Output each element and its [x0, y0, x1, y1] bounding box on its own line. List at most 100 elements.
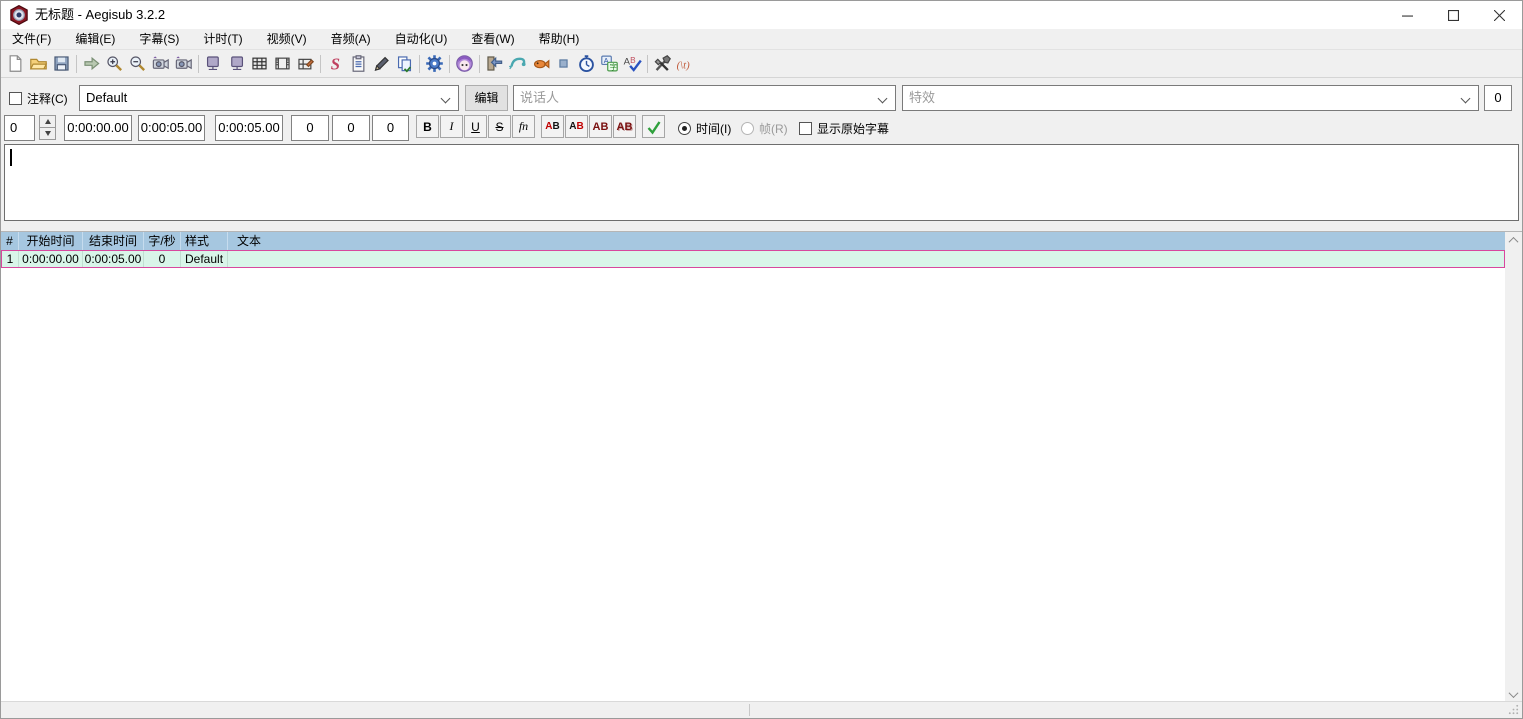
show-original-checkbox-box[interactable]: [799, 122, 812, 135]
arrow-right-icon: [84, 56, 100, 71]
comment-checkbox[interactable]: 注释(C): [9, 90, 68, 107]
select-lines-button[interactable]: [248, 52, 271, 76]
edit-style-button[interactable]: 编辑: [465, 85, 508, 111]
spell-checker-button[interactable]: AB: [621, 52, 644, 76]
close-button[interactable]: [1476, 1, 1522, 29]
menu-audio[interactable]: 音频(A): [321, 29, 381, 49]
styles-manager-button[interactable]: S: [324, 52, 347, 76]
column-style: 样式: [181, 232, 228, 250]
layer-input[interactable]: 0: [4, 115, 35, 141]
menu-file[interactable]: 文件(F): [2, 29, 61, 49]
end-time-input[interactable]: 0:00:05.00: [138, 115, 205, 141]
snap-start-button[interactable]: [202, 52, 225, 76]
color-b-glyph: B: [576, 121, 584, 132]
options-button[interactable]: [651, 52, 674, 76]
menu-view[interactable]: 查看(W): [461, 29, 524, 49]
triangle-down-icon: [44, 131, 51, 136]
edit-row-2: 0 0:00:00.00 0:00:05.00 0:00:05.00 0 0 0…: [1, 115, 1522, 141]
menu-bar: 文件(F) 编辑(E) 字幕(S) 计时(T) 视频(V) 音频(A) 自动化(…: [1, 29, 1522, 50]
assistant-button[interactable]: [453, 52, 476, 76]
radio-selected-icon[interactable]: [678, 122, 691, 135]
select-region-button[interactable]: [552, 52, 575, 76]
column-text: 文本: [237, 234, 262, 248]
copy-pages-icon: [397, 56, 412, 73]
toggle-tags-button[interactable]: (\t): [674, 52, 697, 76]
status-bar: [1, 701, 1522, 718]
vertical-scrollbar[interactable]: [1505, 232, 1522, 703]
effect-combobox[interactable]: 特效: [902, 85, 1479, 111]
film-frame-icon: [275, 57, 290, 70]
text-caret: [10, 149, 12, 166]
checkmark-icon: [647, 120, 660, 134]
open-folder-icon: [29, 58, 48, 70]
snap-end-button[interactable]: [225, 52, 248, 76]
start-time-input[interactable]: 0:00:00.00: [64, 115, 132, 141]
svg-text:(\t): (\t): [677, 59, 690, 71]
resample-button[interactable]: [483, 52, 506, 76]
commit-button[interactable]: [642, 115, 665, 138]
shrimp-icon: [509, 57, 526, 70]
zoom-in-button[interactable]: [103, 52, 126, 76]
grid-row-active[interactable]: 1 0:00:00.00 0:00:05.00 0 Default: [1, 250, 1505, 268]
jump-to-button[interactable]: [80, 52, 103, 76]
menu-subtitle[interactable]: 字幕(S): [129, 29, 189, 49]
underline-button[interactable]: U: [464, 115, 487, 138]
shift-backward-button[interactable]: [149, 52, 172, 76]
camera-backward-icon: [152, 56, 169, 70]
strikeout-button[interactable]: S: [488, 115, 511, 138]
zoom-out-button[interactable]: [126, 52, 149, 76]
shift-forward-button[interactable]: [172, 52, 195, 76]
subtitle-grid[interactable]: # 开始时间 结束时间 字/秒 样式 文本 1 0:00:00.00 0:00:…: [1, 232, 1522, 703]
menu-edit[interactable]: 编辑(E): [65, 29, 125, 49]
automation-button[interactable]: [423, 52, 446, 76]
duration-input[interactable]: 0:00:05.00: [215, 115, 283, 141]
new-file-button[interactable]: [4, 52, 27, 76]
frame-edit-button[interactable]: [294, 52, 317, 76]
chevron-down-icon: [1460, 93, 1471, 104]
italic-button[interactable]: I: [440, 115, 463, 138]
menu-automation[interactable]: 自动化(U): [385, 29, 458, 49]
monitor-down-icon: [231, 56, 244, 71]
aegisub-logo-icon[interactable]: [9, 5, 29, 25]
margin-right-input[interactable]: 0: [332, 115, 370, 141]
translation-assistant-button[interactable]: [506, 52, 529, 76]
subtitle-text-editor[interactable]: [4, 144, 1519, 221]
secondary-color-button[interactable]: AB: [565, 115, 588, 138]
styles-s-icon: S: [331, 54, 340, 73]
spinner-down-button[interactable]: [39, 127, 56, 140]
open-file-button[interactable]: [27, 52, 50, 76]
menu-timing[interactable]: 计时(T): [193, 29, 252, 49]
shadow-color-button[interactable]: AB: [613, 115, 636, 138]
minimize-button[interactable]: [1384, 1, 1430, 29]
primary-color-button[interactable]: AB: [541, 115, 564, 138]
save-file-button[interactable]: [50, 52, 73, 76]
bold-button[interactable]: B: [416, 115, 439, 138]
menu-video[interactable]: 视频(V): [257, 29, 317, 49]
camera-forward-icon: [175, 56, 192, 70]
frame-button[interactable]: [271, 52, 294, 76]
cell-start-time: 0:00:00.00: [19, 251, 83, 267]
scroll-up-button[interactable]: [1505, 232, 1522, 249]
margin-left-input[interactable]: 0: [291, 115, 329, 141]
timing-postprocessor-button[interactable]: [575, 52, 598, 76]
styling-assistant-button[interactable]: [529, 52, 552, 76]
properties-button[interactable]: [347, 52, 370, 76]
outline-color-button[interactable]: AB: [589, 115, 612, 138]
time-mode-radio[interactable]: 时间(I): [678, 120, 731, 137]
toolbar-separator: [198, 54, 199, 73]
tag-t-icon: (\t): [677, 59, 690, 71]
attachments-button[interactable]: [370, 52, 393, 76]
grid-icon: [252, 57, 267, 70]
style-combobox[interactable]: Default: [79, 85, 459, 111]
show-original-checkbox[interactable]: 显示原始字幕: [799, 120, 889, 137]
menu-help[interactable]: 帮助(H): [529, 29, 590, 49]
font-button[interactable]: fn: [512, 115, 535, 138]
comment-checkbox-box[interactable]: [9, 92, 22, 105]
color-a-glyph: A: [545, 121, 553, 132]
actor-combobox[interactable]: 说话人: [513, 85, 896, 111]
maximize-button[interactable]: [1430, 1, 1476, 29]
paste-over-button[interactable]: [393, 52, 416, 76]
resize-grip[interactable]: [1507, 703, 1520, 716]
margin-vertical-input[interactable]: 0: [372, 115, 409, 141]
kanji-timer-button[interactable]: A字: [598, 52, 621, 76]
